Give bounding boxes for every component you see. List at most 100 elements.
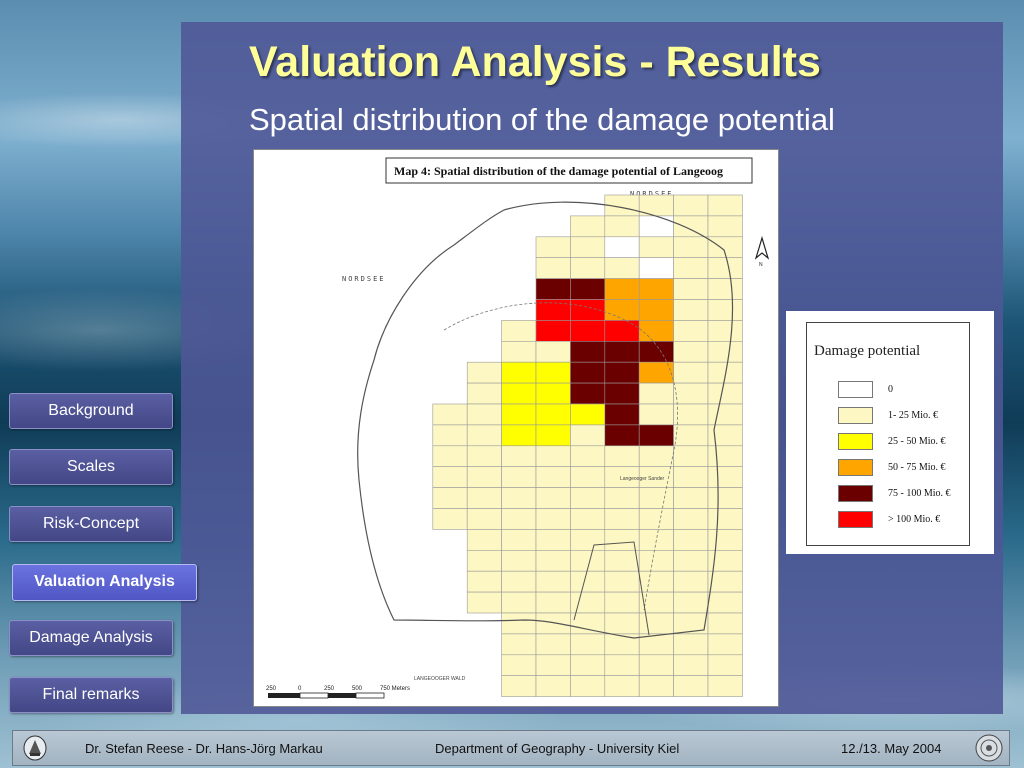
grid-cell	[638, 654, 674, 676]
south-label: LANGEOOGER WALD	[414, 676, 466, 682]
grid-cell	[673, 508, 709, 530]
grid-cell	[570, 591, 606, 614]
grid-cell	[466, 361, 502, 384]
grid-cell	[707, 612, 743, 635]
legend-label: > 100 Mio. €	[888, 514, 941, 525]
grid-cell	[707, 466, 743, 488]
nav-scales[interactable]: Scales	[9, 449, 173, 485]
grid-cell	[707, 591, 743, 614]
grid-cell	[638, 549, 674, 572]
grid-cell	[535, 382, 571, 405]
legend-label: 1- 25 Mio. €	[888, 410, 938, 421]
grid-cell	[501, 549, 537, 572]
north-label: N	[759, 262, 763, 268]
grid-cell	[707, 320, 743, 342]
grid-cell	[570, 424, 606, 447]
grid-cell	[501, 675, 537, 697]
grid-cell	[535, 236, 571, 259]
university-seal-icon	[23, 735, 47, 761]
grid-cell	[501, 633, 537, 656]
grid-cell	[638, 382, 674, 405]
grid-cell	[673, 194, 709, 217]
grid-cell	[604, 445, 640, 467]
grid-cell	[501, 654, 537, 676]
scale-label-2: 0	[298, 686, 302, 692]
legend-title: Damage potential	[814, 343, 921, 359]
grid-cell	[501, 403, 537, 426]
grid-cell	[570, 257, 606, 279]
grid-cell	[638, 487, 674, 509]
grid-cell	[535, 675, 571, 697]
slide-subtitle: Spatial distribution of the damage poten…	[249, 102, 835, 137]
grid-cell	[604, 403, 640, 426]
grid-cell	[501, 487, 537, 509]
grid-cell	[673, 445, 709, 467]
grid-cell	[604, 257, 640, 279]
grid-cell	[466, 570, 502, 593]
grid-cell	[466, 445, 502, 467]
grid-cell	[673, 215, 709, 238]
scale-label-4: 500	[352, 686, 363, 692]
grid-cell	[501, 320, 537, 342]
scale-label-3: 250	[324, 686, 335, 692]
grid-cell	[638, 278, 674, 300]
grid-cell	[501, 612, 537, 635]
grid-cell	[570, 654, 606, 676]
grid-cell	[638, 445, 674, 467]
grid-cell	[638, 341, 674, 363]
grid-cell	[432, 466, 468, 488]
slide-title: Valuation Analysis - Results	[249, 38, 821, 86]
grid-cell	[707, 445, 743, 467]
grid-cell	[707, 633, 743, 656]
grid-cell	[432, 445, 468, 467]
legend-item: 50 - 75 Mio. €	[838, 459, 968, 477]
grid-cell	[707, 529, 743, 551]
footer-department: Department of Geography - University Kie…	[435, 741, 680, 756]
grid-cell	[466, 591, 502, 614]
grid-cell	[638, 236, 674, 259]
legend-swatch	[838, 511, 873, 528]
nav-risk-concept[interactable]: Risk-Concept	[9, 506, 173, 542]
grid-cell	[604, 424, 640, 447]
grid-cell	[535, 529, 571, 551]
nav-final-remarks[interactable]: Final remarks	[9, 677, 173, 713]
institute-seal-icon	[975, 734, 1003, 762]
grid-cell	[432, 487, 468, 509]
grid-cell	[673, 633, 709, 656]
grid-cell	[570, 403, 606, 426]
grid-cell	[570, 445, 606, 467]
grid-cell	[570, 215, 606, 238]
nav-damage-analysis[interactable]: Damage Analysis	[9, 620, 173, 656]
grid-cell	[604, 215, 640, 238]
grid-cell	[535, 403, 571, 426]
grid-cell	[673, 529, 709, 551]
legend-swatch	[838, 459, 873, 476]
grid-cell	[604, 236, 640, 259]
nav-background[interactable]: Background	[9, 393, 173, 429]
legend-frame: Damage potential 0 1- 25 Mio. € 25 - 50 …	[806, 322, 970, 546]
scale-label-5: 750 Meters	[380, 686, 410, 692]
grid-cell	[604, 341, 640, 363]
grid-cell	[673, 549, 709, 572]
grid-cell	[707, 341, 743, 363]
grid-cell	[535, 257, 571, 279]
grid-cell	[673, 487, 709, 509]
grid-cell	[570, 508, 606, 530]
grid-cell	[707, 424, 743, 447]
grid-cell	[535, 445, 571, 467]
grid-cell	[673, 299, 709, 321]
grid-cell	[570, 675, 606, 697]
grid-cell	[535, 278, 571, 300]
grid-cell	[604, 654, 640, 676]
grid-cell	[466, 424, 502, 447]
grid-cell	[466, 529, 502, 551]
nav-valuation-analysis[interactable]: Valuation Analysis	[12, 564, 197, 601]
grid-cell	[466, 466, 502, 488]
grid-cell	[638, 215, 674, 238]
grid-cell	[707, 278, 743, 300]
damage-map: Map 4: Spatial distribution of the damag…	[253, 149, 779, 707]
grid-cell	[604, 278, 640, 300]
grid-cell	[707, 508, 743, 530]
grid-cell	[604, 612, 640, 635]
grid-cell	[604, 529, 640, 551]
